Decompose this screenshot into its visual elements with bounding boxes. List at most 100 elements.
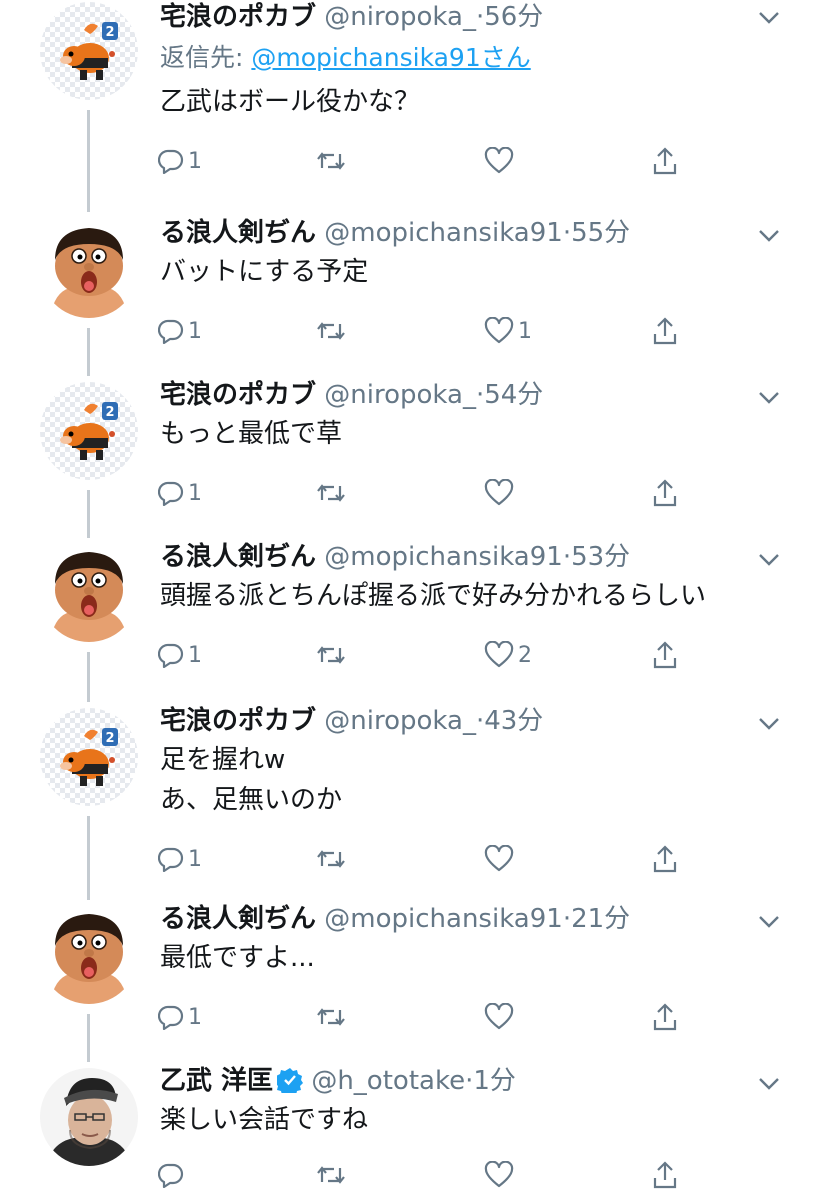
chevron-down-icon[interactable]	[758, 914, 780, 928]
tweet[interactable]: 2 宅浪のポカブ @niropoka_·56分 返信先: @mopichansi…	[0, 0, 818, 212]
reply-button[interactable]: 1	[158, 476, 202, 510]
tweet-text: 楽しい会話ですね	[160, 1100, 778, 1140]
user-handle[interactable]: @h_ototake	[311, 1066, 465, 1096]
share-button[interactable]	[652, 314, 678, 348]
user-handle[interactable]: @mopichansika91	[324, 542, 563, 572]
action-bar: 1	[158, 842, 698, 876]
display-name[interactable]: る浪人剣ぢん	[160, 542, 316, 572]
reply-count: 1	[188, 1004, 202, 1030]
timestamp[interactable]: 1分	[473, 1066, 516, 1096]
reply-button[interactable]: 1	[158, 314, 202, 348]
display-name[interactable]: る浪人剣ぢん	[160, 904, 316, 934]
display-name[interactable]: 宅浪のポカブ	[160, 706, 316, 736]
separator-dot: ·	[562, 904, 572, 934]
retweet-button[interactable]	[316, 1158, 350, 1192]
reply-button[interactable]: 1	[158, 638, 202, 672]
tweet[interactable]: る浪人剣ぢん @mopichansika91·53分 頭握る派とちんぽ握る派で好…	[0, 536, 818, 702]
tweet-header: る浪人剣ぢん @mopichansika91·55分	[160, 216, 748, 250]
tweet-text: 乙武はボール役かな？	[160, 82, 778, 122]
tweet-text-line: 楽しい会話ですね	[160, 1105, 369, 1135]
retweet-icon	[317, 152, 345, 170]
user-handle[interactable]: @mopichansika91	[324, 218, 563, 248]
reply-icon	[158, 319, 184, 344]
tweet[interactable]: 2 宅浪のポカブ @niropoka_·54分 もっと最低で草 1	[0, 374, 818, 538]
chevron-down-icon[interactable]	[758, 552, 780, 566]
timestamp[interactable]: 53分	[571, 542, 630, 572]
user-handle[interactable]: @niropoka_	[324, 706, 476, 736]
share-button[interactable]	[652, 1158, 678, 1192]
retweet-button[interactable]	[316, 314, 350, 348]
avatar[interactable]	[40, 544, 138, 642]
avatar[interactable]	[40, 1068, 138, 1166]
share-icon	[653, 641, 677, 669]
tweet-header: る浪人剣ぢん @mopichansika91·53分	[160, 540, 748, 574]
tweet-text: バットにする予定	[160, 252, 778, 292]
retweet-button[interactable]	[316, 144, 350, 178]
tweet-text: 足を握れw あ、足無いのか	[160, 740, 778, 820]
share-button[interactable]	[652, 144, 678, 178]
display-name[interactable]: 宅浪のポカブ	[160, 2, 316, 32]
display-name[interactable]: る浪人剣ぢん	[160, 218, 316, 248]
user-handle[interactable]: @mopichansika91	[324, 904, 563, 934]
share-button[interactable]	[652, 1000, 678, 1034]
timestamp[interactable]: 54分	[484, 380, 543, 410]
retweet-button[interactable]	[316, 638, 350, 672]
avatar[interactable]: 2	[40, 708, 138, 806]
retweet-button[interactable]	[316, 842, 350, 876]
like-button[interactable]	[484, 1000, 518, 1034]
share-icon	[653, 147, 677, 175]
like-button[interactable]: 1	[484, 314, 532, 348]
share-icon	[653, 845, 677, 873]
timestamp[interactable]: 21分	[571, 904, 630, 934]
chevron-down-icon[interactable]	[758, 10, 780, 24]
thread-connector	[87, 110, 90, 212]
heart-icon	[484, 317, 514, 344]
heart-icon	[484, 147, 514, 174]
tweet[interactable]: る浪人剣ぢん @mopichansika91·21分 最低ですよ... 1	[0, 898, 818, 1062]
avatar[interactable]	[40, 220, 138, 318]
tweet[interactable]: る浪人剣ぢん @mopichansika91·55分 バットにする予定 1 1	[0, 212, 818, 376]
avatar[interactable]	[40, 906, 138, 1004]
share-button[interactable]	[652, 842, 678, 876]
timestamp[interactable]: 43分	[484, 706, 543, 736]
like-button[interactable]	[484, 144, 518, 178]
separator-dot: ·	[475, 2, 485, 32]
chevron-down-icon[interactable]	[758, 228, 780, 242]
like-button[interactable]	[484, 476, 518, 510]
reply-button[interactable]: 1	[158, 144, 202, 178]
chevron-down-icon[interactable]	[758, 1076, 780, 1090]
retweet-button[interactable]	[316, 1000, 350, 1034]
chevron-down-icon[interactable]	[758, 716, 780, 730]
tweet-text: 頭握る派とちんぽ握る派で好み分かれるらしい	[160, 576, 778, 616]
display-name[interactable]: 宅浪のポカブ	[160, 380, 316, 410]
tweet[interactable]: 2 宅浪のポカブ @niropoka_·43分 足を握れw あ、足無いのか 1	[0, 700, 818, 900]
retweet-button[interactable]	[316, 476, 350, 510]
tweet[interactable]: 乙武 洋匡 @h_ototake·1分 楽しい会話ですね	[0, 1060, 818, 1200]
reply-count: 1	[188, 318, 202, 344]
chevron-down-icon[interactable]	[758, 390, 780, 404]
like-count: 2	[518, 642, 532, 668]
avatar[interactable]: 2	[40, 382, 138, 480]
reply-icon	[158, 481, 184, 506]
tweet-text-line: もっと最低で草	[160, 419, 343, 449]
share-button[interactable]	[652, 476, 678, 510]
like-button[interactable]	[484, 842, 518, 876]
avatar[interactable]: 2	[40, 2, 138, 100]
retweet-icon	[317, 484, 345, 502]
timestamp[interactable]: 56分	[484, 2, 543, 32]
reply-button[interactable]: 1	[158, 1000, 202, 1034]
tweet-text-line: 最低ですよ...	[160, 943, 315, 973]
like-button[interactable]: 2	[484, 638, 532, 672]
reply-mention-link[interactable]: @mopichansika91さん	[251, 43, 530, 72]
thread-connector	[87, 816, 90, 900]
reply-to-line: 返信先: @mopichansika91さん	[160, 42, 531, 74]
user-handle[interactable]: @niropoka_	[324, 2, 476, 32]
reply-button[interactable]: 1	[158, 842, 202, 876]
retweet-icon	[317, 646, 345, 664]
display-name[interactable]: 乙武 洋匡	[160, 1066, 273, 1096]
user-handle[interactable]: @niropoka_	[324, 380, 476, 410]
timestamp[interactable]: 55分	[571, 218, 630, 248]
reply-button[interactable]	[158, 1158, 188, 1192]
share-button[interactable]	[652, 638, 678, 672]
like-button[interactable]	[484, 1158, 518, 1192]
